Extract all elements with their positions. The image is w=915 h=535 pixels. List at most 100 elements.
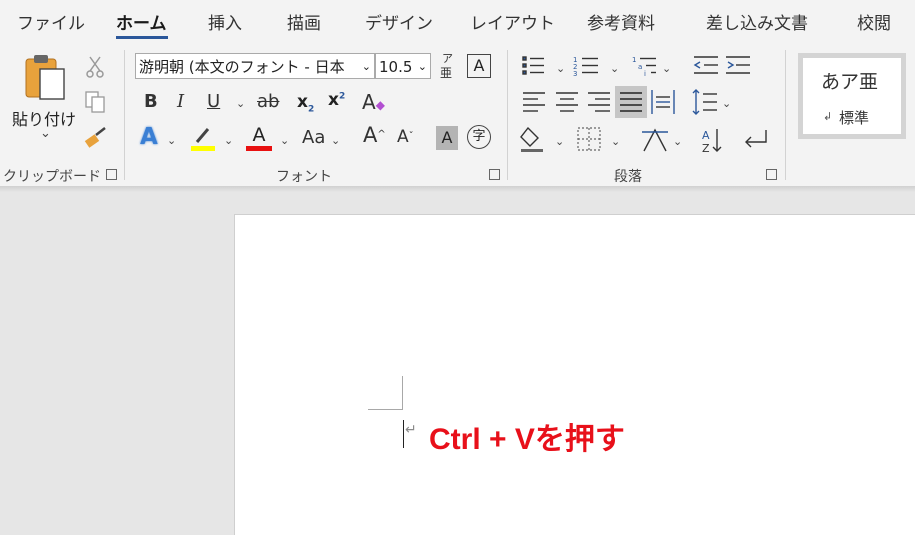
tab-mailings[interactable]: 差し込み文書 (706, 9, 808, 34)
font-name-value: 游明朝 (本文のフォント - 日本 (139, 58, 345, 76)
bold-button[interactable]: B (144, 92, 158, 112)
style-preview-text: あア亜 (821, 71, 879, 93)
instruction-annotation: Ctrl + Vを押す (429, 423, 625, 456)
group-label-paragraph: 段落 (614, 169, 642, 185)
subscript-base: x (297, 92, 308, 112)
font-name-select[interactable]: 游明朝 (本文のフォント - 日本 ⌄ (135, 53, 375, 79)
bullets-icon[interactable] (522, 56, 544, 75)
tab-home[interactable]: ホーム (116, 9, 167, 34)
font-color-swatch (246, 146, 272, 151)
margin-corner-mark (402, 376, 403, 410)
ribbon-shadow (0, 186, 915, 192)
format-painter-icon[interactable] (84, 125, 108, 149)
bullets-dropdown-icon[interactable]: ⌄ (556, 62, 565, 75)
justify-selected-bg (615, 86, 647, 118)
show-formatting-marks-icon[interactable] (745, 130, 767, 148)
paste-dropdown-icon[interactable]: ⌄ (40, 126, 51, 141)
document-page[interactable] (234, 214, 915, 535)
style-name: 標準 (839, 109, 870, 127)
font-color-glyph: A (252, 124, 266, 146)
paragraph-mark: ↵ (405, 422, 417, 438)
sort-icon[interactable]: A Z (702, 129, 722, 155)
highlight-color-swatch (191, 146, 215, 151)
underline-dropdown-icon[interactable]: ⌄ (236, 97, 245, 110)
clipboard-dialog-launcher-icon[interactable] (106, 169, 117, 180)
font-size-select[interactable]: 10.5 ⌄ (375, 53, 431, 79)
superscript-base: x (328, 90, 339, 110)
subscript-button[interactable]: x2 (297, 92, 314, 114)
shrink-font-button[interactable]: Aˇ (397, 127, 414, 147)
borders-dropdown-icon[interactable]: ⌄ (611, 135, 620, 148)
cut-icon[interactable] (85, 55, 105, 79)
ribbon-tab-bar: ファイル ホーム 挿入 描画 デザイン レイアウト 参考資料 差し込み文書 校閲 (0, 0, 915, 44)
svg-text:A: A (702, 129, 710, 142)
character-shading-button[interactable]: A (436, 126, 458, 150)
paragraph-mark-icon: ↲ (823, 110, 833, 123)
italic-button[interactable]: I (177, 92, 184, 112)
shading-dropdown-icon[interactable]: ⌄ (555, 135, 564, 148)
text-cursor (403, 420, 404, 448)
tab-review[interactable]: 校閲 (857, 9, 891, 34)
font-size-value: 10.5 (379, 58, 413, 76)
change-case-dropdown-icon[interactable]: ⌄ (331, 134, 340, 147)
shrink-font-glyph: A (397, 127, 409, 147)
paragraph-dialog-launcher-icon[interactable] (766, 169, 777, 180)
chevron-down-icon: ⌄ (361, 60, 371, 73)
svg-text:i: i (644, 70, 646, 78)
grow-font-button[interactable]: A^ (363, 123, 386, 147)
strikethrough-button[interactable]: ab (257, 92, 279, 112)
change-case-button[interactable]: Aa (302, 128, 325, 148)
numbering-dropdown-icon[interactable]: ⌄ (610, 62, 619, 75)
highlight-icon[interactable] (190, 125, 216, 153)
svg-text:3: 3 (573, 70, 577, 78)
eraser-icon: ◆ (375, 98, 385, 112)
style-normal[interactable]: あア亜 ↲ 標準 (798, 53, 906, 139)
multilevel-dropdown-icon[interactable]: ⌄ (662, 62, 671, 75)
tab-insert[interactable]: 挿入 (208, 9, 242, 34)
align-left-icon[interactable] (523, 92, 545, 112)
phonetic-guide-bottom: 亜 (440, 66, 453, 80)
clear-formatting-button[interactable]: A◆ (362, 92, 385, 115)
multilevel-list-icon[interactable]: 1 a i (632, 56, 656, 78)
tab-references[interactable]: 参考資料 (587, 9, 655, 34)
decrease-indent-icon[interactable] (693, 56, 718, 74)
align-center-icon[interactable] (556, 92, 578, 112)
font-dialog-launcher-icon[interactable] (489, 169, 500, 180)
enclose-characters-button[interactable]: 字 (467, 125, 491, 149)
superscript-digit: 2 (338, 91, 346, 102)
svg-text:a: a (638, 63, 642, 71)
font-color-dropdown-icon[interactable]: ⌄ (280, 134, 289, 147)
tab-file[interactable]: ファイル (17, 9, 85, 34)
group-label-clipboard: クリップボード (3, 169, 101, 185)
svg-text:1: 1 (632, 56, 636, 64)
paragraph-tools: ⌄ 1 2 3 ⌄ 1 a i ⌄ ⌄ ⌄ ⌄ ⌄ A Z (520, 56, 767, 155)
font-color-button[interactable]: A (246, 124, 272, 151)
caret-down-icon: ˇ (408, 131, 414, 142)
line-spacing-icon[interactable] (692, 89, 717, 115)
group-divider (507, 50, 508, 180)
highlight-dropdown-icon[interactable]: ⌄ (224, 134, 233, 147)
chevron-down-icon: ⌄ (417, 60, 427, 73)
borders-icon[interactable] (577, 127, 601, 151)
tab-layout[interactable]: レイアウト (470, 9, 555, 34)
margin-corner-mark (368, 409, 403, 410)
asian-layout-icon[interactable] (642, 128, 668, 152)
asian-layout-dropdown-icon[interactable]: ⌄ (673, 135, 682, 148)
paste-icon (25, 55, 65, 100)
align-right-icon[interactable] (588, 92, 610, 112)
superscript-button[interactable]: x2 (328, 90, 345, 110)
copy-icon[interactable] (84, 90, 106, 114)
line-spacing-dropdown-icon[interactable]: ⌄ (722, 97, 731, 110)
group-label-font: フォント (276, 169, 332, 185)
increase-indent-icon[interactable] (726, 56, 750, 74)
underline-button[interactable]: U (207, 92, 220, 112)
text-effects-dropdown-icon[interactable]: ⌄ (167, 134, 176, 147)
grow-font-glyph: A (363, 123, 378, 147)
numbering-icon[interactable]: 1 2 3 (573, 56, 598, 78)
character-border-button[interactable]: A (467, 54, 491, 78)
tab-draw[interactable]: 描画 (287, 9, 321, 34)
tab-design[interactable]: デザイン (365, 9, 433, 34)
distributed-icon[interactable] (651, 90, 675, 114)
shading-icon[interactable] (520, 126, 543, 152)
text-effects-button[interactable]: A (140, 126, 158, 149)
